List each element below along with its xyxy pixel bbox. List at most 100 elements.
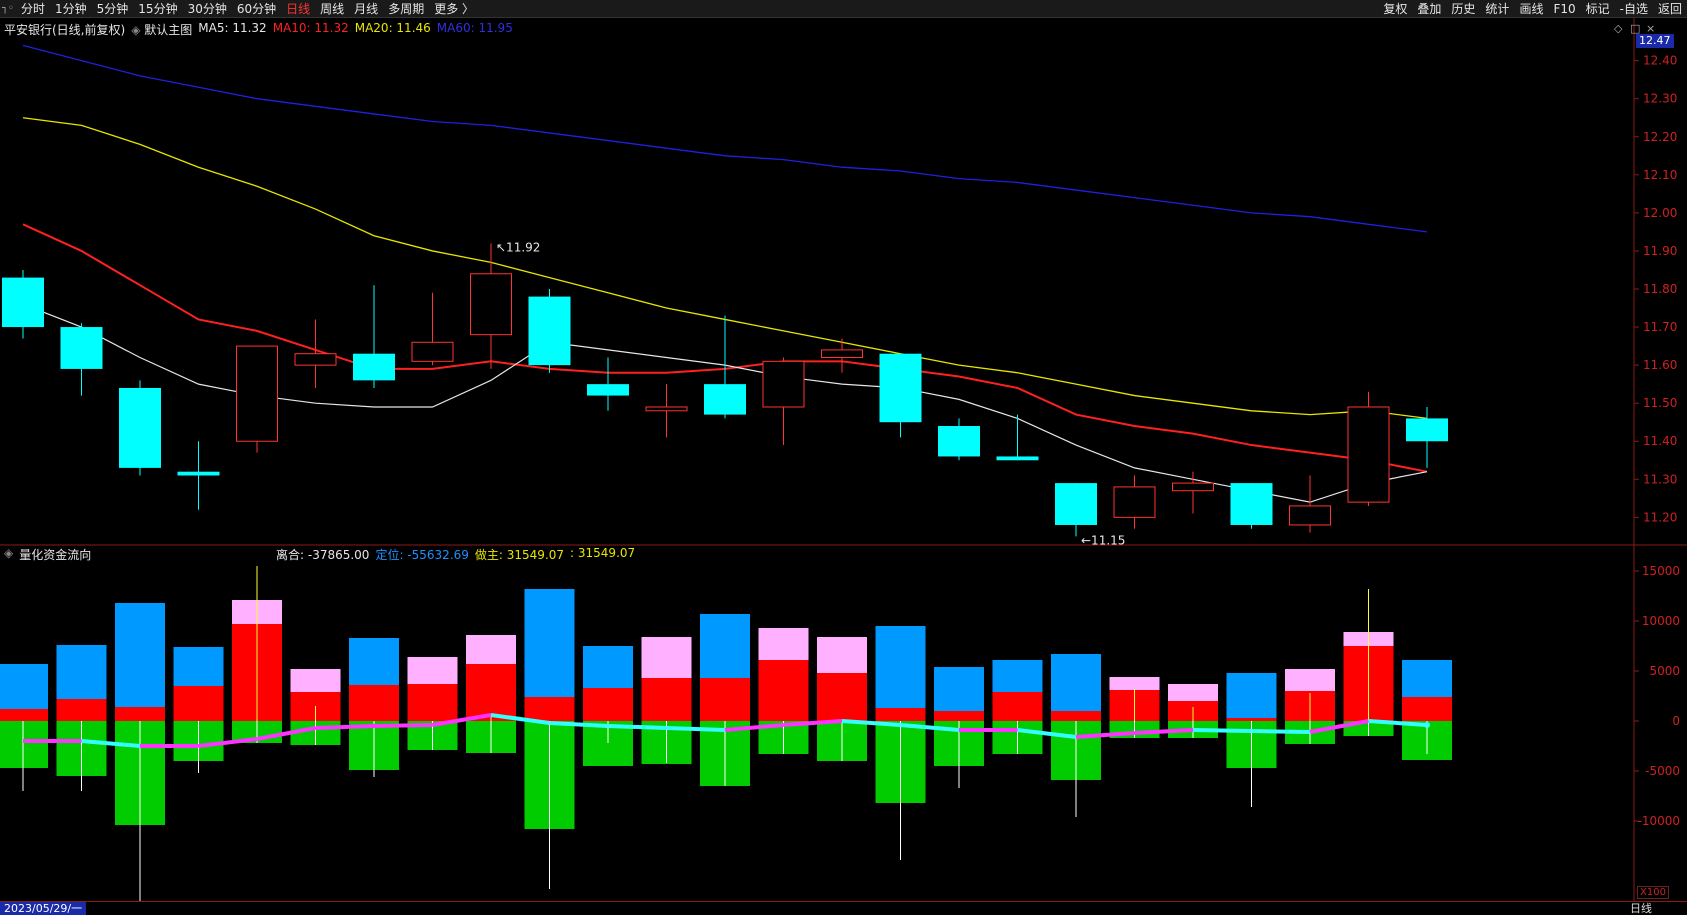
candle-body (821, 349, 863, 359)
candle-body (1230, 483, 1273, 525)
flow-bar-red (466, 664, 516, 721)
candle-body (60, 327, 103, 369)
flow-bar-pink (758, 628, 809, 660)
flow-bar-red (583, 688, 633, 721)
dropdown-icon[interactable]: ◈ (4, 546, 13, 563)
period-tab-2[interactable]: 5分钟 (92, 0, 134, 18)
period-tab-8[interactable]: 月线 (349, 0, 383, 18)
flow-bar-blue (0, 664, 48, 709)
flow-bar-pink (1109, 677, 1160, 690)
flow-bar-blue (583, 646, 633, 688)
candle-body (587, 384, 629, 396)
flow-trend-segment (607, 724, 667, 730)
candle-body (1172, 482, 1214, 492)
layout-icon[interactable]: ┐◦ (0, 3, 16, 14)
flow-trend-segment (315, 724, 375, 730)
price-tick-label: 11.80 (1643, 282, 1677, 296)
period-tab-0[interactable]: 分时 (16, 0, 50, 18)
candle-body (119, 387, 161, 468)
tool-button-6[interactable]: 标记 (1581, 0, 1615, 18)
tool-button-4[interactable]: 画线 (1514, 0, 1548, 18)
period-tab-3[interactable]: 15分钟 (133, 0, 182, 18)
flow-bar-blue (934, 667, 984, 711)
template-selector[interactable]: ◈ 默认主图 (131, 21, 192, 38)
candle-body (353, 353, 395, 381)
indicator-num-2: -55632.69 (407, 548, 469, 562)
flow-bar-red (641, 678, 692, 721)
candle-body (1113, 486, 1156, 518)
flow-bar-blue (875, 626, 926, 708)
flow-bar-blue (173, 647, 224, 686)
candle-body (938, 426, 980, 457)
period-toolbar: ┐◦ 分时 1分钟 5分钟 15分钟 30分钟 60分钟 日线 周线 月线 多周期 更多 〉 复权叠… (0, 0, 1687, 18)
flow-trend-segment (373, 723, 433, 728)
candle-body (528, 296, 571, 366)
flow-bar-red (700, 678, 750, 721)
flow-bar-blue (349, 638, 399, 685)
time-axis (0, 901, 1687, 915)
period-tab-5[interactable]: 60分钟 (232, 0, 281, 18)
tool-button-7[interactable]: -自选 (1615, 0, 1653, 18)
tool-button-2[interactable]: 历史 (1446, 0, 1480, 18)
period-tab-1[interactable]: 1分钟 (50, 0, 92, 18)
flow-bar-blue (56, 645, 107, 699)
period-tab-10[interactable]: 更多 〉 (429, 0, 479, 18)
flow-bar-red (407, 684, 458, 721)
ma5-value: MA5: 11.32 (198, 21, 267, 35)
flow-bar-pink (641, 637, 692, 678)
flow-bar-red (875, 708, 926, 721)
flow-trend-segment (1251, 729, 1311, 734)
candle-body (879, 353, 922, 423)
flow-trend-segment (1192, 728, 1252, 733)
dropdown-icon: ◈ (131, 23, 141, 37)
kline-chart[interactable]: 12.40 12.30 12.20 12.10 12.00 11.90 11.80 11.70… (0, 18, 1687, 901)
period-tab-9[interactable]: 多周期 (383, 0, 429, 18)
flow-bar-red (1402, 697, 1452, 721)
price-tick-label: 12.20 (1643, 130, 1677, 144)
indicator-legend: ◈ 量化资金流向 (4, 546, 91, 563)
tool-button-0[interactable]: 复权 (1378, 0, 1412, 18)
candle-body (411, 341, 454, 362)
tool-button-8[interactable]: 返回 (1653, 0, 1687, 18)
flow-bar-blue (1226, 673, 1277, 718)
flow-bar-red (56, 699, 107, 721)
stock-title[interactable]: 平安银行(日线,前复权) (4, 21, 125, 38)
tool-button-5[interactable]: F10 (1548, 0, 1580, 18)
indicator-value-4: : 31549.07 (570, 546, 636, 560)
period-tab-4[interactable]: 30分钟 (183, 0, 232, 18)
period-tab-7[interactable]: 周线 (315, 0, 349, 18)
ma60-value: MA60: 11.95 (436, 21, 513, 35)
candle-body (1289, 505, 1331, 526)
price-annotation: ↖11.92 (496, 240, 540, 254)
flow-bar-blue (992, 660, 1043, 692)
flow-bar-pink (466, 635, 516, 664)
diamond-icon[interactable]: ◇ (1614, 22, 1622, 35)
candle-body (1055, 483, 1097, 525)
flow-bar-red (992, 692, 1043, 721)
flow-bar-pink (1285, 669, 1335, 691)
price-tick-label: 12.10 (1643, 168, 1677, 182)
candle-body (177, 471, 220, 476)
price-tick-label: 11.60 (1643, 358, 1677, 372)
period-tab-6[interactable]: 日线 (281, 0, 315, 18)
candle-body (470, 273, 512, 336)
tool-button-3[interactable]: 统计 (1480, 0, 1514, 18)
candle-body (2, 277, 44, 328)
flow-bar-pink (1168, 684, 1218, 701)
candle-body (236, 345, 278, 442)
price-tick-label: 12.30 (1643, 92, 1677, 106)
indicator-value-2: 定位: -55632.69 (375, 546, 468, 563)
cursor-date: 2023/05/29/一 (0, 902, 87, 915)
scale-label: X100 (1637, 886, 1669, 899)
price-tick-label: 11.30 (1643, 472, 1677, 486)
flow-bar-red (524, 697, 575, 721)
flow-tick-label: 15000 (1642, 564, 1680, 578)
indicator-title[interactable]: 量化资金流向 (19, 546, 91, 563)
flow-bar-blue (115, 603, 165, 707)
price-tick-label: 11.40 (1643, 434, 1677, 448)
candle-body (1347, 406, 1390, 503)
template-label: 默认主图 (144, 23, 193, 37)
flow-bar-blue (524, 589, 575, 697)
tool-button-1[interactable]: 叠加 (1412, 0, 1446, 18)
price-tick-label: 11.90 (1643, 244, 1677, 258)
